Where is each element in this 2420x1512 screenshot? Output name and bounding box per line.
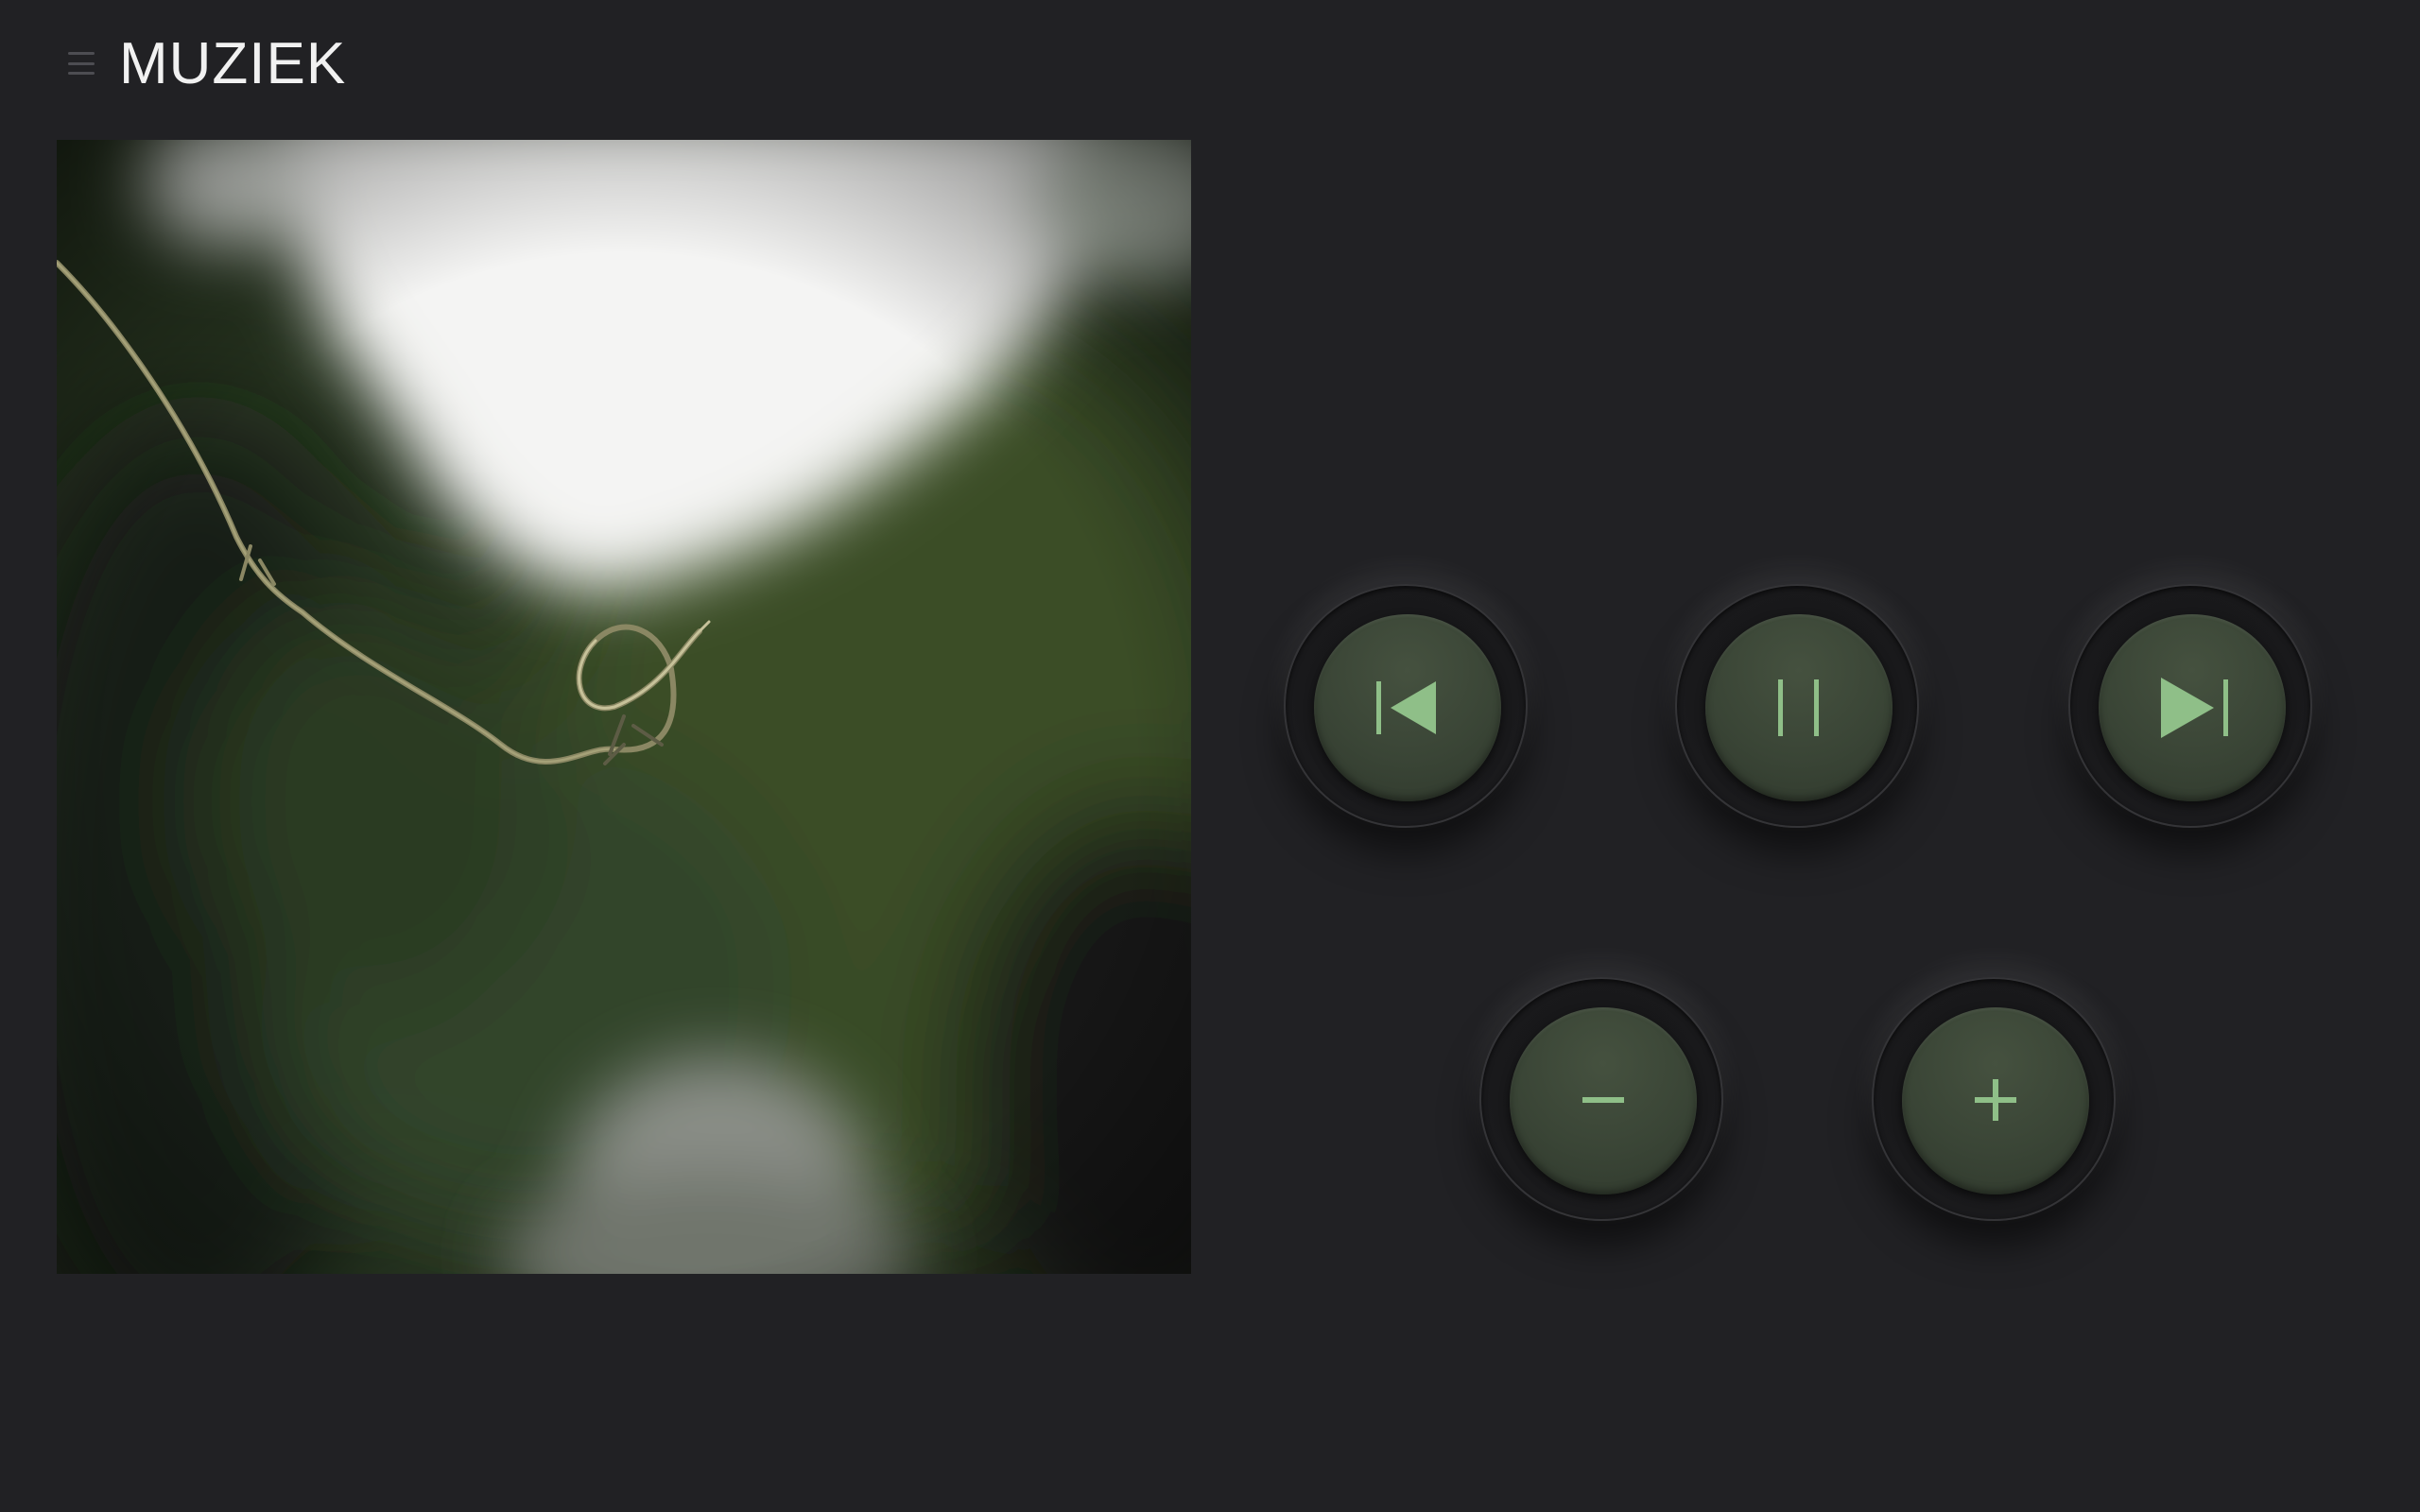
pause-icon [1778,679,1819,736]
volume-down-button-well [1479,977,1723,1221]
previous-button-well [1284,584,1528,828]
previous-button[interactable] [1314,614,1501,801]
skip-previous-icon [1376,681,1436,734]
skip-next-icon [2161,678,2228,738]
page-title: MUZIEK [119,31,347,96]
next-button[interactable] [2099,614,2286,801]
album-art [57,140,1191,1274]
volume-up-button-well [1872,977,2116,1221]
music-player-page: MUZIEK [0,0,2420,1512]
volume-up-button[interactable] [1902,1007,2089,1194]
minus-icon [1582,1097,1624,1103]
hamburger-menu-icon[interactable] [68,52,95,75]
pause-button[interactable] [1705,614,1893,801]
plus-icon [1975,1079,2016,1121]
volume-down-button[interactable] [1510,1007,1697,1194]
album-art-image [57,140,1191,1274]
next-button-well [2068,584,2312,828]
pause-button-well [1675,584,1919,828]
